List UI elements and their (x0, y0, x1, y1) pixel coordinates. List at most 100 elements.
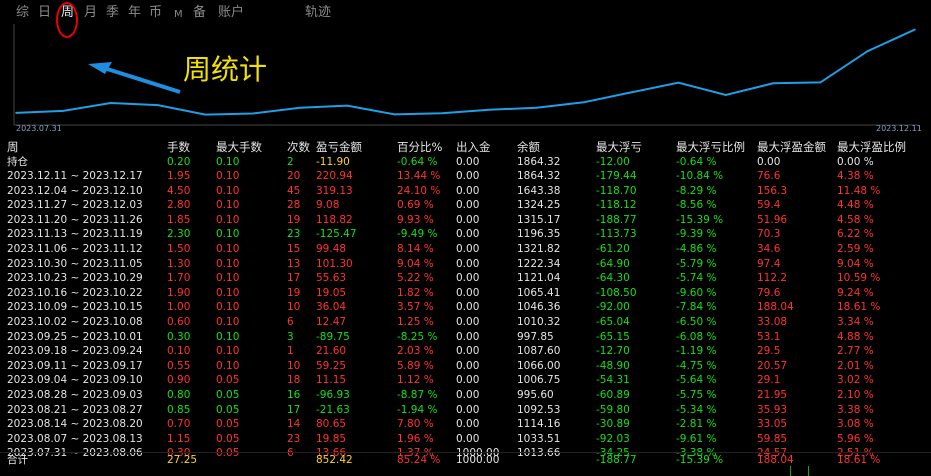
col-pnl-cell: -96.93 (316, 389, 350, 401)
col-balance-cell: 1864.32 (517, 170, 561, 182)
col-week-cell: 2023.11.06 ~ 2023.11.12 (7, 243, 143, 255)
col-max-lots-cell: 0.10 (216, 156, 240, 168)
col-balance-cell: 1321.82 (517, 243, 561, 255)
table-row: 2023.12.04 ~ 2023.12.10 4.50 0.10 45 319.13 2… (0, 184, 931, 198)
col-deposit-cell: 0.00 (456, 432, 480, 445)
col-lots-cell: 0.85 (167, 403, 191, 416)
col-max-drawdown-pct-cell: -9.61 % (676, 432, 717, 445)
tab-m[interactable]: M (174, 7, 183, 23)
col-lots-cell: 0.70 (167, 418, 191, 431)
col-max-drawdown-cell: -60.89 (596, 389, 630, 401)
col-max-lots-cell: 0.10 (216, 170, 240, 182)
col-balance-cell: 1033.51 (517, 432, 561, 445)
col-max-drawdown-cell: -92.00 (596, 301, 630, 314)
col-max-lots-cell: 0.10 (216, 286, 240, 299)
col-max-float-profit-pct-cell: 2.77 % (837, 345, 874, 358)
tab-month[interactable]: 月 (84, 5, 97, 21)
col-max-float-profit-pct-cell: 4.88 % (837, 330, 874, 343)
col-lots-cell: 2.80 (167, 199, 191, 212)
col-max-drawdown-cell: -12.00 (596, 156, 630, 168)
col-max-float-profit-cell: 112.2 (757, 272, 788, 285)
col-balance-header: 余额 (517, 140, 540, 154)
col-max-float-profit-cell: 29.1 (757, 374, 781, 387)
col-pnl-cell: 12.47 (316, 316, 347, 328)
col-max-float-profit-pct-cell: 2.01 % (837, 359, 874, 372)
table-row: 2023.11.27 ~ 2023.12.03 2.80 0.10 28 9.08 0.6… (0, 198, 931, 212)
col-max-lots-cell: 0.05 (216, 374, 240, 387)
col-max-drawdown-cell: -61.20 (596, 243, 630, 255)
balance-point (630, 91, 632, 94)
col-count-cell: 45 (287, 184, 301, 197)
col-pnl-cell: 80.65 (316, 418, 347, 431)
col-max-float-profit-cell: 59.4 (757, 199, 781, 212)
table-row: 2023.11.06 ~ 2023.11.12 1.50 0.10 15 99.48 8.… (0, 242, 931, 256)
col-balance-cell: 1864.32 (517, 156, 561, 168)
tab-day[interactable]: 日 (38, 5, 51, 21)
col-max-drawdown-cell: -113.73 (596, 228, 637, 241)
col-deposit-cell: 0.00 (456, 272, 480, 285)
col-max-float-profit-pct-cell: 0.00 % (837, 156, 874, 168)
col-max-float-profit-cell: 51.96 (757, 213, 788, 226)
col-balance-cell: 1315.17 (517, 213, 561, 226)
col-week-cell: 2023.08.21 ~ 2023.08.27 (7, 403, 143, 416)
tab-quarter[interactable]: 季 (106, 5, 119, 21)
col-max-float-profit-pct-cell: 11.48 % (837, 184, 881, 197)
col-max-drawdown-pct-cell: -1.19 % (676, 345, 717, 358)
col-count-cell: 18 (287, 374, 301, 387)
col-balance-cell: 1065.41 (517, 286, 561, 299)
col-lots-cell: 0.55 (167, 359, 191, 372)
col-deposit-header: 出入金 (456, 140, 491, 154)
col-max-lots-cell: 0.10 (216, 272, 240, 285)
col-pnl-cell: 21.60 (316, 345, 347, 358)
col-max-float-profit-cell: 0.00 (757, 156, 781, 168)
tab-account[interactable]: 账户 (218, 5, 244, 21)
tab-track[interactable]: 轨迹 (305, 5, 331, 21)
col-lots-cell: 1.95 (167, 170, 191, 182)
col-count-cell: 2 (287, 156, 294, 168)
col-lots-cell: 2.30 (167, 228, 191, 241)
table-row: 2023.12.11 ~ 2023.12.17 1.95 0.10 20 220.94 1… (0, 169, 931, 183)
col-max-drawdown-cell: -92.03 (596, 432, 630, 445)
col-count-cell: 6 (287, 316, 294, 328)
col-deposit-cell: 0.00 (456, 199, 480, 212)
tab-summary[interactable]: 综 (16, 5, 29, 21)
table-row: 2023.08.28 ~ 2023.09.03 0.80 0.05 16 -96.93 -… (0, 388, 931, 402)
tab-currency[interactable]: 币 (149, 5, 162, 21)
col-pnl-cell: 36.04 (316, 301, 347, 314)
col-max-drawdown-pct-cell: -6.50 % (676, 316, 717, 328)
tab-notes[interactable]: 备 (193, 5, 206, 21)
balance-point (582, 101, 585, 104)
col-count-cell: 14 (287, 418, 301, 431)
col-pnl-cell: 11.15 (316, 374, 347, 387)
col-percent-cell: -8.25 % (397, 330, 438, 343)
chart-start-date: 2023.07.31 (16, 124, 62, 133)
balance-point (393, 113, 396, 116)
col-deposit-cell: 0.00 (456, 374, 480, 387)
col-percent-cell: 5.22 % (397, 272, 434, 285)
col-deposit-cell: 0.00 (456, 184, 480, 197)
col-pnl-cell: -125.47 (316, 228, 357, 241)
col-week-cell: 2023.09.11 ~ 2023.09.17 (7, 359, 143, 372)
col-max-drawdown-pct-cell: -15.39 % (676, 213, 724, 226)
total-row: 合计 27.25 852.42 85.24 % 1000.00 -188.77 -15.39… (0, 452, 931, 467)
col-count-cell: 13 (287, 257, 301, 270)
col-max-lots-cell: 0.10 (216, 257, 240, 270)
col-lots-cell: 1.15 (167, 432, 191, 445)
col-pnl-cell: 319.13 (316, 184, 353, 197)
tab-year[interactable]: 年 (128, 5, 141, 21)
period-tabs: 综 日 周 月 季 年 币 M 备 账户 轨迹 (0, 0, 931, 26)
col-max-drawdown-cell: -118.70 (596, 184, 637, 197)
col-max-lots-cell: 0.10 (216, 184, 240, 197)
col-balance-cell: 1066.00 (517, 359, 561, 372)
col-lots-cell: 0.60 (167, 316, 191, 328)
col-max-float-profit-cell: 76.6 (757, 170, 781, 182)
table-row: 2023.09.25 ~ 2023.10.01 0.30 0.10 3 -89.75 -8… (0, 330, 931, 344)
col-week-cell: 2023.09.18 ~ 2023.09.24 (7, 345, 143, 358)
col-pnl-cell: 99.48 (316, 243, 347, 255)
col-percent-cell: 0.69 % (397, 199, 434, 212)
col-max-float-profit-cell: 21.95 (757, 389, 788, 401)
col-lots-cell: 1.50 (167, 243, 191, 255)
col-max-float-profit-pct-cell: 3.34 % (837, 316, 874, 328)
col-max-float-profit-cell: 35.93 (757, 403, 788, 416)
col-pnl-cell: 9.08 (316, 199, 340, 212)
